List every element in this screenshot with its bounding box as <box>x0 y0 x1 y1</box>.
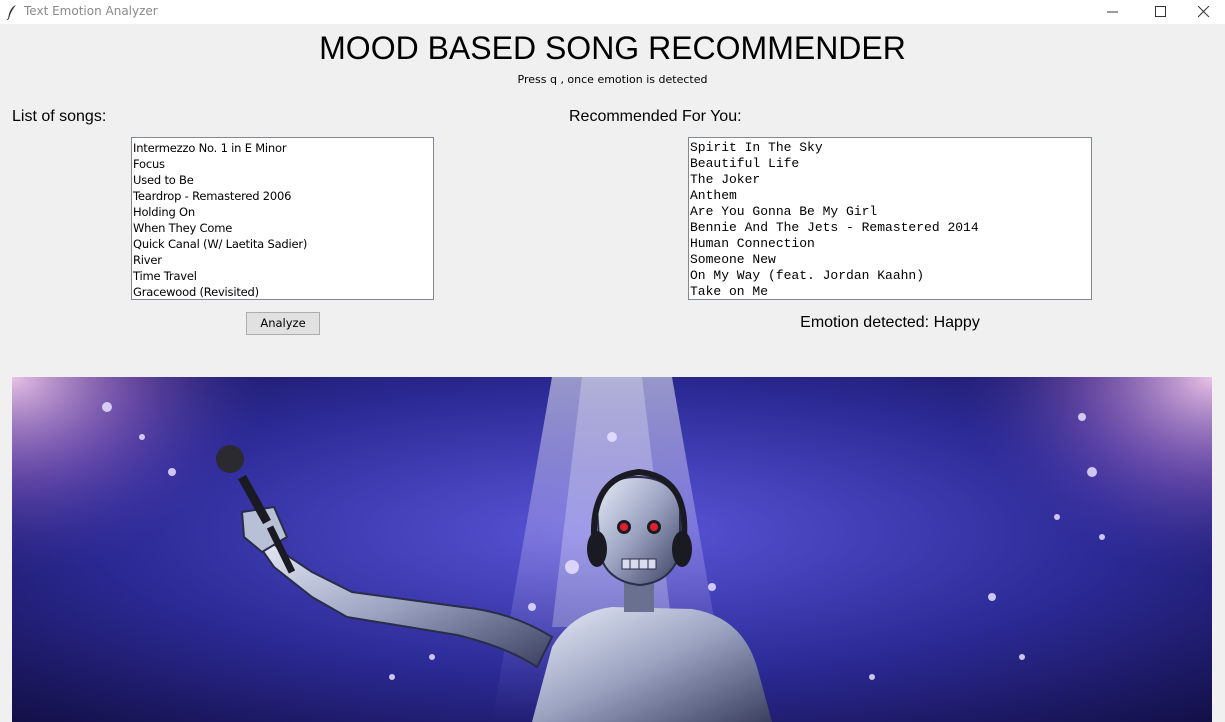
page-subtitle: Press q , once emotion is detected <box>517 73 708 86</box>
feather-icon <box>6 4 18 21</box>
songs-list-label: List of songs: <box>12 108 107 125</box>
list-item[interactable]: Holding On <box>133 204 433 220</box>
robot-singer-illustration <box>12 377 1212 722</box>
list-item[interactable]: Teardrop - Remastered 2006 <box>133 188 433 204</box>
list-item[interactable]: Intermezzo No. 1 in E Minor <box>133 140 433 156</box>
songs-listbox[interactable]: Intermezzo No. 1 in E Minor Focus Used t… <box>131 137 434 300</box>
close-button[interactable] <box>1181 0 1225 24</box>
recommended-item: Beautiful Life <box>690 156 800 171</box>
list-item[interactable]: When They Come <box>133 220 433 236</box>
minimize-button[interactable] <box>1090 0 1136 24</box>
recommended-item: The Joker <box>690 172 761 187</box>
maximize-button[interactable] <box>1138 0 1184 24</box>
list-item[interactable]: Focus <box>133 156 433 172</box>
minimize-icon <box>1107 11 1118 13</box>
list-item[interactable]: River <box>133 252 433 268</box>
recommended-item: Take on Me <box>690 284 769 299</box>
list-item[interactable]: Time Travel <box>133 268 433 284</box>
title-bar: Text Emotion Analyzer <box>0 0 1225 24</box>
close-icon <box>1198 6 1210 18</box>
list-item[interactable]: Used to Be <box>133 172 433 188</box>
list-item[interactable]: Quick Canal (W/ Laetita Sadier) <box>133 236 433 252</box>
recommended-item: Someone New <box>690 252 776 267</box>
analyze-button[interactable]: Analyze <box>246 312 320 335</box>
recommended-item: Spirit In The Sky <box>690 140 823 155</box>
page-title: MOOD BASED SONG RECOMMENDER <box>319 30 906 66</box>
banner-image <box>12 377 1212 722</box>
emotion-status: Emotion detected: Happy <box>800 314 980 331</box>
recommended-item: On My Way (feat. Jordan Kaahn) <box>690 268 925 283</box>
maximize-icon <box>1155 6 1166 17</box>
recommended-list-label: Recommended For You: <box>569 108 742 125</box>
recommended-item: Human Connection <box>690 236 815 251</box>
app-window: Text Emotion Analyzer MOOD BASED SONG RE… <box>0 0 1225 722</box>
recommended-item: Bennie And The Jets - Remastered 2014 <box>690 220 979 235</box>
recommended-item: Are You Gonna Be My Girl <box>690 204 878 219</box>
recommended-textbox[interactable]: Spirit In The Sky Beautiful Life The Jok… <box>688 137 1092 300</box>
recommended-item: Anthem <box>690 188 737 203</box>
window-title: Text Emotion Analyzer <box>24 4 158 18</box>
list-item[interactable]: Gracewood (Revisited) <box>133 284 433 299</box>
